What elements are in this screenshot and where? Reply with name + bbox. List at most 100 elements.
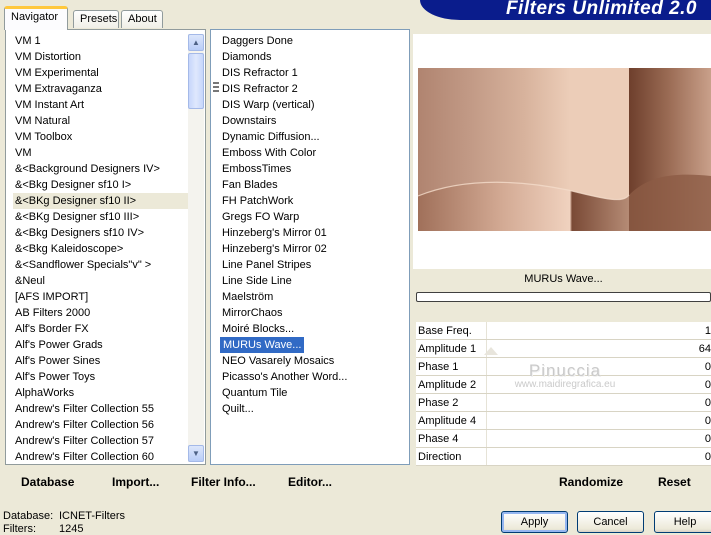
filter-item[interactable]: DIS Warp (vertical) — [220, 97, 408, 113]
category-item[interactable]: VM Experimental — [13, 65, 191, 81]
category-item[interactable]: VM 1 — [13, 33, 191, 49]
filter-item[interactable]: Hinzeberg's Mirror 01 — [220, 225, 408, 241]
parameter-slider[interactable] — [486, 376, 701, 393]
parameter-label: Amplitude 4 — [418, 415, 477, 427]
filter-item[interactable]: Hinzeberg's Mirror 02 — [220, 241, 408, 257]
parameter-row[interactable]: Direction 0 — [416, 448, 711, 466]
category-item[interactable]: Andrew's Filter Collection 57 — [13, 433, 191, 449]
help-button[interactable]: Help — [654, 511, 711, 533]
parameter-row[interactable]: Phase 1 0 — [416, 358, 711, 376]
filter-item[interactable]: NEO Vasarely Mosaics — [220, 353, 408, 369]
category-list-pane[interactable]: VM 1 VM Distortion VM Experimental VM Extra… — [5, 29, 206, 465]
parameter-row[interactable]: Phase 4 0 — [416, 430, 711, 448]
category-item[interactable]: &<Bkg Designers sf10 IV> — [13, 225, 191, 241]
editor-button[interactable]: Editor... — [288, 474, 332, 490]
category-item[interactable]: Andrew's Filter Collection 56 — [13, 417, 191, 433]
filter-item[interactable]: Line Side Line — [220, 273, 408, 289]
import-button[interactable]: Import... — [112, 474, 159, 490]
filter-item[interactable]: DIS Refractor 1 — [220, 65, 408, 81]
parameter-row[interactable]: Phase 2 0 — [416, 394, 711, 412]
scroll-up-button[interactable]: ▲ — [188, 34, 204, 51]
parameter-value: 1 — [704, 325, 711, 337]
filters-label: Filters: — [3, 523, 36, 535]
category-item[interactable]: VM Natural — [13, 113, 191, 129]
category-item[interactable]: Andrew's Filter Collection 60 — [13, 449, 191, 465]
filter-item[interactable]: DIS Refractor 2 — [220, 81, 408, 97]
slider-knob-icon[interactable] — [484, 347, 498, 355]
category-item[interactable]: VM Extravaganza — [13, 81, 191, 97]
scroll-down-button[interactable]: ▼ — [188, 445, 204, 462]
parameter-row[interactable]: Amplitude 4 0 — [416, 412, 711, 430]
filter-item[interactable]: Line Panel Stripes — [220, 257, 408, 273]
category-item[interactable]: AB Filters 2000 — [13, 305, 191, 321]
parameter-row[interactable]: Amplitude 2 0 — [416, 376, 711, 394]
parameter-slider[interactable] — [486, 358, 701, 375]
filter-item[interactable]: MirrorChaos — [220, 305, 408, 321]
category-item[interactable]: VM Instant Art — [13, 97, 191, 113]
parameter-label: Phase 2 — [418, 397, 459, 409]
filter-list-pane[interactable]: Daggers Done Diamonds DIS Refractor 1 DIS R… — [210, 29, 410, 465]
randomize-button[interactable]: Randomize — [559, 474, 623, 490]
filter-item[interactable]: MURUs Wave... — [220, 337, 305, 353]
category-item[interactable]: AlphaWorks — [13, 385, 191, 401]
category-item[interactable]: VM — [13, 145, 191, 161]
filter-item[interactable]: Maelström — [220, 289, 408, 305]
parameter-slider[interactable] — [486, 430, 701, 447]
category-item[interactable]: &Neul — [13, 273, 191, 289]
filter-item[interactable]: Picasso's Another Word... — [220, 369, 408, 385]
category-item[interactable]: Alf's Power Sines — [13, 353, 191, 369]
apply-button[interactable]: Apply — [501, 511, 568, 533]
tab-navigator[interactable]: Navigator — [4, 6, 68, 30]
filter-item[interactable]: Emboss With Color — [220, 145, 408, 161]
category-item[interactable]: &<BKg Designer sf10 III> — [13, 209, 191, 225]
parameter-slider[interactable] — [486, 412, 701, 429]
filter-preview-image — [418, 68, 711, 231]
category-item[interactable]: &<Bkg Designer sf10 I> — [13, 177, 191, 193]
selected-filter-title: MURUs Wave... — [416, 269, 711, 289]
parameter-slider[interactable] — [486, 448, 701, 465]
parameter-panel[interactable]: Base Freq. 1 Amplitude 1 64 Phase 1 0 Amplitud… — [416, 322, 711, 466]
parameter-label: Phase 4 — [418, 433, 459, 445]
filter-item[interactable]: FH PatchWork — [220, 193, 408, 209]
filter-info-button[interactable]: Filter Info... — [191, 474, 256, 490]
filter-item[interactable]: Gregs FO Warp — [220, 209, 408, 225]
tab-presets[interactable]: Presets — [73, 10, 119, 28]
filter-item[interactable]: Dynamic Diffusion... — [220, 129, 408, 145]
category-item[interactable]: VM Distortion — [13, 49, 191, 65]
filter-item[interactable]: Diamonds — [220, 49, 408, 65]
category-item[interactable]: &<Background Designers IV> — [13, 161, 191, 177]
category-item[interactable]: Andrew's Filter Collection 55 — [13, 401, 191, 417]
category-list[interactable]: VM 1 VM Distortion VM Experimental VM Extra… — [13, 33, 191, 465]
database-button[interactable]: Database — [21, 474, 74, 490]
category-item[interactable]: &<Bkg Kaleidoscope> — [13, 241, 191, 257]
parameter-row[interactable]: Amplitude 1 64 — [416, 340, 711, 358]
reset-button[interactable]: Reset — [658, 474, 691, 490]
scroll-thumb[interactable] — [188, 53, 204, 109]
parameter-slider[interactable] — [486, 322, 701, 339]
parameter-label: Direction — [418, 451, 462, 463]
filter-item[interactable]: Moiré Blocks... — [220, 321, 408, 337]
filter-item[interactable]: Quantum Tile — [220, 385, 408, 401]
filter-item[interactable]: Fan Blades — [220, 177, 408, 193]
filter-item[interactable]: Downstairs — [220, 113, 408, 129]
category-scrollbar[interactable]: ▲ ▼ — [188, 34, 204, 462]
category-item[interactable]: Alf's Power Toys — [13, 369, 191, 385]
tab-about[interactable]: About — [121, 10, 163, 28]
filter-item[interactable]: EmbossTimes — [220, 161, 408, 177]
parameter-row[interactable]: Base Freq. 1 — [416, 322, 711, 340]
category-item[interactable]: Alf's Power Grads — [13, 337, 191, 353]
category-item[interactable]: Alf's Border FX — [13, 321, 191, 337]
grip-icon — [213, 82, 219, 92]
cancel-button[interactable]: Cancel — [577, 511, 644, 533]
category-item[interactable]: &<Sandflower Specials"v" > — [13, 257, 191, 273]
filter-item[interactable]: Quilt... — [220, 401, 408, 417]
parameter-slider[interactable] — [486, 340, 701, 357]
filter-list[interactable]: Daggers Done Diamonds DIS Refractor 1 DIS R… — [220, 33, 408, 417]
database-status: Database: ICNET-Filters — [3, 510, 125, 522]
parameter-label: Base Freq. — [418, 325, 472, 337]
parameter-slider[interactable] — [486, 394, 701, 411]
category-item[interactable]: VM Toolbox — [13, 129, 191, 145]
filter-item[interactable]: Daggers Done — [220, 33, 408, 49]
category-item[interactable]: &<BKg Designer sf10 II> — [13, 193, 191, 209]
category-item[interactable]: [AFS IMPORT] — [13, 289, 191, 305]
